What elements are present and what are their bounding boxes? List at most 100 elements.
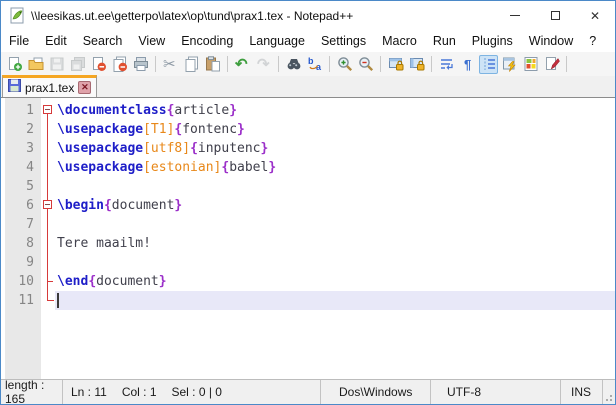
- menu-item-macro[interactable]: Macro: [374, 32, 425, 50]
- code-line-3: \usepackage[utf8]{inputenc}: [55, 139, 615, 158]
- resize-grip-icon: [602, 391, 612, 401]
- menu-item-edit[interactable]: Edit: [37, 32, 75, 50]
- code-segment: \documentclass: [57, 103, 167, 118]
- sync-scroll-v-icon[interactable]: [386, 55, 405, 74]
- code-line-10: \end{document}: [55, 272, 615, 291]
- word-wrap-icon[interactable]: [437, 55, 456, 74]
- svg-text:✂: ✂: [163, 56, 176, 72]
- line-number: 1: [5, 101, 41, 120]
- macro-record-icon[interactable]: [542, 55, 561, 74]
- toolbar-separator: [227, 56, 228, 72]
- tab-prax1-tex[interactable]: prax1.tex ✕: [2, 75, 97, 97]
- status-resize-grip[interactable]: [603, 380, 615, 404]
- text-content[interactable]: \documentclass{article}\usepackage[T1]{f…: [55, 98, 615, 379]
- open-folder-icon[interactable]: [26, 55, 45, 74]
- fold-collapse-icon[interactable]: [43, 105, 52, 114]
- toolbar-separator: [566, 56, 567, 72]
- code-segment: \usepackage: [57, 160, 143, 175]
- menu-item-window[interactable]: Window: [521, 32, 581, 50]
- status-insert-mode: INS: [561, 380, 603, 404]
- close-all-icon[interactable]: [110, 55, 129, 74]
- save-icon[interactable]: [47, 55, 66, 74]
- code-segment: {: [88, 274, 96, 289]
- paste-icon[interactable]: [203, 55, 222, 74]
- maximize-button[interactable]: [535, 1, 575, 30]
- redo-icon[interactable]: ↷: [254, 55, 273, 74]
- menu-item-encoding[interactable]: Encoding: [173, 32, 241, 50]
- find-icon[interactable]: [284, 55, 303, 74]
- document-map-icon[interactable]: [521, 55, 540, 74]
- minimize-icon: [510, 15, 520, 16]
- print-icon[interactable]: [131, 55, 150, 74]
- replace-icon[interactable]: ba: [305, 55, 324, 74]
- toolbar-separator: [155, 56, 156, 72]
- notepad-plus-plus-icon: [8, 7, 26, 25]
- menu-item-search[interactable]: Search: [75, 32, 131, 50]
- new-file-icon[interactable]: [5, 55, 24, 74]
- close-doc-icon[interactable]: [89, 55, 108, 74]
- code-segment: }: [268, 160, 276, 175]
- fold-collapse-icon[interactable]: [43, 200, 52, 209]
- svg-text:↶: ↶: [235, 56, 248, 72]
- code-segment: Tere maailm!: [57, 236, 151, 251]
- menu-item-view[interactable]: View: [130, 32, 173, 50]
- status-line: Ln : 11: [71, 385, 107, 399]
- code-line-7: [55, 215, 615, 234]
- status-selection: Sel : 0 | 0: [172, 385, 222, 399]
- line-number: 2: [5, 120, 41, 139]
- title-bar: \\leesikas.ut.ee\getterpo\latex\op\tund\…: [1, 1, 615, 30]
- zoom-in-icon[interactable]: [335, 55, 354, 74]
- code-line-1: \documentclass{article}: [55, 101, 615, 120]
- code-line-6: \begin{document}: [55, 196, 615, 215]
- menu-item-settings[interactable]: Settings: [313, 32, 374, 50]
- code-line-2: \usepackage[T1]{fontenc}: [55, 120, 615, 139]
- menu-close-document-button[interactable]: X: [604, 32, 616, 50]
- menu-item-run[interactable]: Run: [425, 32, 464, 50]
- fold-margin: [41, 98, 55, 379]
- status-bar: length : 165 Ln : 11 Col : 1 Sel : 0 | 0…: [1, 379, 615, 404]
- code-segment: babel: [229, 160, 268, 175]
- show-all-chars-icon[interactable]: ¶: [458, 55, 477, 74]
- tab-close-icon[interactable]: ✕: [78, 81, 91, 94]
- menu-item-file[interactable]: File: [1, 32, 37, 50]
- status-doc-length: length : 165: [1, 380, 63, 404]
- code-segment: {: [190, 141, 198, 156]
- text-caret: [57, 293, 59, 308]
- toolbar-separator: [329, 56, 330, 72]
- indent-guide-icon[interactable]: [479, 55, 498, 74]
- menu-item-plugins[interactable]: Plugins: [464, 32, 521, 50]
- line-number: 3: [5, 139, 41, 158]
- function-list-icon[interactable]: [500, 55, 519, 74]
- code-segment: document: [112, 198, 175, 213]
- menu-item-help[interactable]: ?: [581, 32, 604, 50]
- tab-label: prax1.tex: [25, 81, 74, 95]
- menu-item-language[interactable]: Language: [241, 32, 313, 50]
- code-line-5: [55, 177, 615, 196]
- code-segment: document: [96, 274, 159, 289]
- code-segment: [T1]: [143, 122, 174, 137]
- toolbar-separator: [380, 56, 381, 72]
- copy-icon[interactable]: [182, 55, 201, 74]
- undo-icon[interactable]: ↶: [233, 55, 252, 74]
- zoom-out-icon[interactable]: [356, 55, 375, 74]
- cut-icon[interactable]: ✂: [161, 55, 180, 74]
- line-number: 8: [5, 234, 41, 253]
- sync-scroll-h-icon[interactable]: [407, 55, 426, 74]
- line-number: 9: [5, 253, 41, 272]
- notepad-plus-plus-window: \\leesikas.ut.ee\getterpo\latex\op\tund\…: [0, 0, 616, 405]
- code-segment: }: [237, 122, 245, 137]
- toolbar-separator: [431, 56, 432, 72]
- code-segment: \usepackage: [57, 122, 143, 137]
- menu-bar: FileEditSearchViewEncodingLanguageSettin…: [1, 30, 615, 52]
- status-encoding: UTF-8: [431, 380, 561, 404]
- line-number: 5: [5, 177, 41, 196]
- saved-file-icon: [8, 79, 21, 97]
- close-button[interactable]: ✕: [575, 1, 615, 30]
- minimize-button[interactable]: [495, 1, 535, 30]
- svg-text:b: b: [308, 56, 314, 66]
- code-segment: }: [174, 198, 182, 213]
- save-all-icon[interactable]: [68, 55, 87, 74]
- editor-area[interactable]: 1234567891011 \documentclass{article}\us…: [1, 98, 615, 379]
- close-icon: ✕: [590, 10, 600, 22]
- svg-text:¶: ¶: [464, 57, 471, 72]
